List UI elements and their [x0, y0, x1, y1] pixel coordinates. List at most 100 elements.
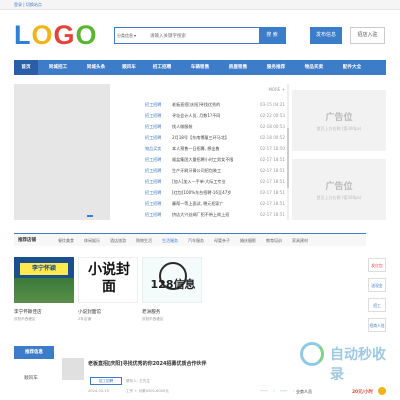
nav-item[interactable]: 招工招聘 — [144, 60, 180, 75]
info-tag[interactable]: 招工招聘 — [90, 377, 122, 385]
watermark-logo-icon — [300, 342, 324, 366]
watermark: 自动秒收录 — [300, 340, 390, 383]
store-image[interactable]: 李宁怀颖 — [14, 257, 74, 303]
post-info-button[interactable]: 发布信息 — [310, 27, 342, 44]
nav-item[interactable]: 同城头条 — [78, 60, 114, 75]
news-row[interactable]: 招工招聘 寻址会计人员, 月数1?不同 02-22 00:53 — [145, 112, 285, 120]
store-category[interactable]: 家具建材 — [292, 238, 308, 244]
store-category[interactable]: 购物生活 — [136, 238, 152, 244]
badge-icon — [378, 387, 386, 395]
store-card[interactable]: 128信息 老洲服务 庆阳市西峰区 — [142, 257, 202, 322]
side-tab-cash[interactable]: 送现金 — [368, 278, 386, 292]
logo-letter: L — [14, 20, 32, 50]
side-tab-join[interactable]: 招商人驻 — [368, 318, 386, 332]
search-category-select[interactable]: 分类信息 — [117, 33, 136, 39]
store-meta: 2年店铺 — [78, 317, 92, 321]
info-contact: 联系人: 王先生 — [126, 379, 150, 383]
news-row[interactable]: 招工招聘 [加人]加入一手单·大际工专业 02-17 18:51 — [145, 178, 285, 186]
store-category[interactable]: 汽车服务 — [188, 238, 204, 244]
news-tag[interactable]: 招工招聘 — [145, 178, 161, 186]
slider-indicator[interactable] — [87, 215, 93, 217]
store-category[interactable]: 生活服务 — [162, 238, 178, 244]
info-headline[interactable]: 老板直招[庆阳]寻找优秀的你2024招募优质合作伙伴 — [88, 360, 318, 367]
news-row[interactable]: 招工招聘 [红包]100%东台招聘·16至47岁 02-17 18:51 — [145, 189, 285, 197]
news-title[interactable]: 顺盆集团大量招聘小时工男女不限 — [172, 156, 258, 164]
news-date: 02-17 18:50 — [260, 146, 285, 151]
store-card[interactable]: 小说封面 小说封面馆 2年店铺 — [78, 257, 138, 322]
news-title[interactable]: 2月18号【东南博厦三环马北】 — [172, 134, 258, 142]
news-row[interactable]: 招工招聘 2月18号【东南博厦三环马北】 02-18 00:52 — [145, 134, 285, 142]
news-tag[interactable]: 招工招聘 — [145, 156, 161, 164]
store-category[interactable]: 酒店旅游 — [110, 238, 126, 244]
news-tag[interactable]: 招工招聘 — [145, 134, 161, 142]
news-tag[interactable]: 招工招聘 — [145, 123, 161, 131]
logo-letter: O — [31, 20, 54, 50]
top-links[interactable]: 登录 | 切换站点 — [14, 2, 42, 8]
news-row[interactable]: 物品买卖 本人预售一日招募, 想出售 02-17 18:50 — [145, 145, 285, 153]
news-title[interactable]: 挤店大兴丝绸厂招不带上岗上班 — [172, 211, 258, 219]
ad-subtitle: 首页上方右侧 (宽300px) — [316, 195, 362, 200]
news-tag[interactable]: 招工招聘 — [145, 211, 161, 219]
news-tag[interactable]: 招工招聘 — [145, 101, 161, 109]
news-title[interactable]: [红包]100%东台招聘·16至47岁 — [172, 189, 258, 197]
news-row[interactable]: 招工招聘 生产牙刷牙膏公司招包装工 02-17 18:51 — [145, 167, 285, 175]
news-title[interactable]: 老板直招[庆阳]寻找优秀的 — [172, 101, 258, 109]
info-thumbnail[interactable] — [62, 358, 84, 380]
news-title[interactable]: 找人做服装 — [172, 123, 258, 131]
site-logo[interactable]: LOGO — [14, 22, 98, 49]
search-input[interactable] — [150, 30, 240, 42]
top-bar: 登录 | 切换站点 — [0, 0, 400, 10]
side-tab-red-packet[interactable]: 发红包 — [368, 258, 386, 272]
news-date: 02-17 18:51 — [260, 212, 285, 217]
nav-item[interactable]: 顺风车 — [116, 60, 142, 75]
store-category[interactable]: 餐饮美食 — [58, 238, 74, 244]
news-tag[interactable]: 招工招聘 — [145, 112, 161, 120]
news-title[interactable]: 生产牙刷牙膏公司招包装工 — [172, 167, 258, 175]
store-category[interactable]: 休闲娱乐 — [84, 238, 100, 244]
nav-item-home[interactable]: 首页 — [14, 60, 38, 75]
news-row[interactable]: 招工招聘 廉帮一等上面试, 晚元招家广 02-17 18:51 — [145, 200, 285, 208]
news-date: 03-15 04:21 — [260, 102, 285, 107]
nav-item[interactable]: 同城招工 — [40, 60, 76, 75]
search-button[interactable]: 搜 索 — [259, 28, 285, 43]
nav-item[interactable]: 车辆租售 — [182, 60, 218, 75]
news-row[interactable]: 招工招聘 老板直招[庆阳]寻找优秀的 03-15 04:21 — [145, 101, 285, 109]
side-tab-recruit[interactable]: 招工 — [368, 298, 386, 312]
news-row[interactable]: 招工招聘 找人做服装 02-18 00:53 — [145, 123, 285, 131]
news-scrollbar[interactable] — [287, 84, 289, 220]
news-title[interactable]: 本人预售一日招募, 想出售 — [172, 145, 258, 153]
logo-letter: G — [53, 20, 76, 50]
store-category[interactable]: 教育培训 — [266, 238, 282, 244]
news-row[interactable]: 招工招聘 顺盆集团大量招聘小时工男女不限 02-17 18:51 — [145, 156, 285, 164]
store-card[interactable]: 李宁怀颖 李宁怀颖佳店 庆阳市西峰区 — [14, 257, 74, 322]
news-tag[interactable]: 招工招聘 — [145, 200, 161, 208]
news-tag[interactable]: 招工招聘 — [145, 167, 161, 175]
ad-slot[interactable]: 广告位 首页上方右侧 (宽300px) — [292, 159, 386, 220]
store-category[interactable]: 婚庆摄影 — [240, 238, 256, 244]
store-name[interactable]: 老洲服务 — [142, 309, 202, 315]
nav-item[interactable]: 服务推荐 — [258, 60, 294, 75]
news-title[interactable]: 寻址会计人员, 月数1?不同 — [172, 112, 258, 120]
news-date: 02-22 00:53 — [260, 113, 285, 118]
ad-title: 广告位 — [325, 113, 353, 123]
news-date: 02-17 18:51 — [260, 190, 285, 195]
store-join-button[interactable]: 招店入驻 — [350, 27, 385, 44]
store-image[interactable]: 小说封面 — [78, 257, 138, 303]
news-tag[interactable]: 物品买卖 — [145, 145, 161, 153]
ad-slot[interactable]: 广告位 首页上方右侧 (宽300px) — [292, 90, 386, 151]
scrollbar-thumb[interactable] — [287, 128, 289, 188]
more-link[interactable]: MORE + — [268, 87, 285, 92]
store-image[interactable]: 128信息 — [142, 257, 202, 303]
news-title[interactable]: [加人]加入一手单·大际工专业 — [172, 178, 258, 186]
nav-item[interactable]: 配件大全 — [334, 60, 370, 75]
news-row[interactable]: 招工招聘 挤店大兴丝绸厂招不带上岗上班 02-17 18:51 — [145, 211, 285, 219]
store-category[interactable]: 母婴亲子 — [214, 238, 230, 244]
nav-item[interactable]: 物品买卖 — [296, 60, 332, 75]
banner-slider[interactable] — [14, 84, 110, 220]
news-title[interactable]: 廉帮一等上面试, 晚元招家广 — [172, 200, 258, 208]
store-name[interactable]: 小说封面馆 — [78, 309, 138, 315]
store-name[interactable]: 李宁怀颖佳店 — [14, 309, 74, 315]
nav-item[interactable]: 房屋租售 — [220, 60, 256, 75]
news-tag[interactable]: 招工招聘 — [145, 189, 161, 197]
category-label[interactable]: 顺风车 — [24, 375, 38, 381]
